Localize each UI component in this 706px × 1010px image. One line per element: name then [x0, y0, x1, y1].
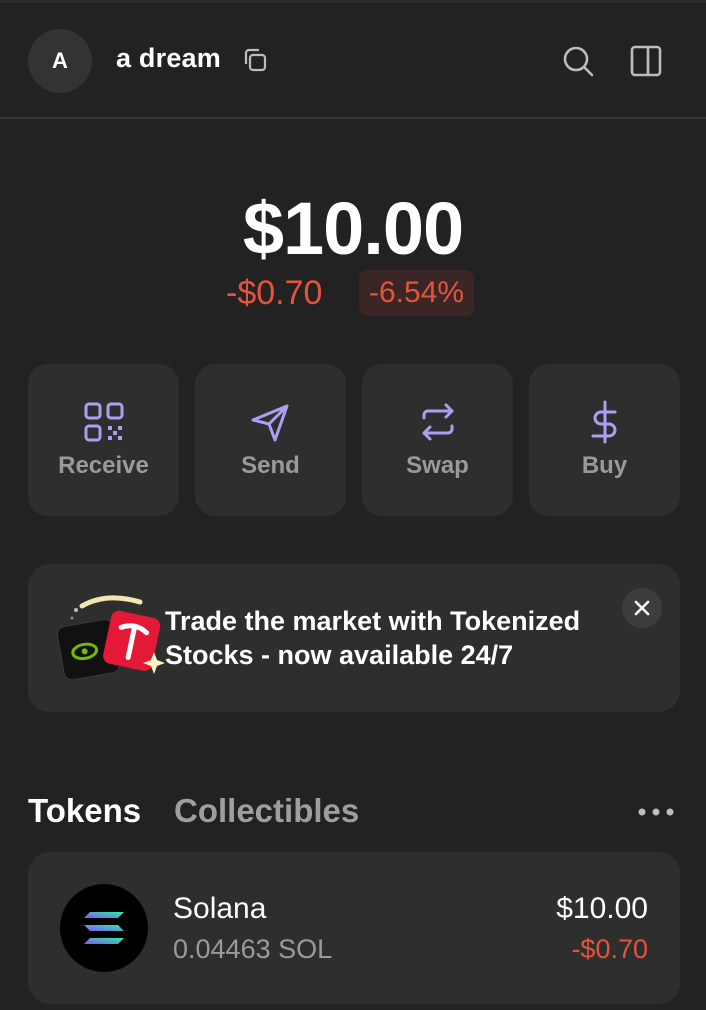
- avatar[interactable]: A: [28, 29, 92, 93]
- buy-button[interactable]: Buy: [529, 364, 680, 516]
- promo-banner[interactable]: Trade the market with Tokenized Stocks -…: [28, 564, 680, 712]
- receive-button[interactable]: Receive: [28, 364, 179, 516]
- buy-label: Buy: [581, 452, 628, 479]
- balance-change-row: -$0.70 -6.54%: [0, 270, 706, 316]
- dollar-icon: [591, 400, 616, 444]
- more-options-icon[interactable]: [634, 800, 678, 824]
- tokenized-stocks-icon: [56, 595, 165, 681]
- token-change: -$0.70: [571, 934, 648, 964]
- send-icon: [251, 404, 288, 442]
- account-name[interactable]: a dream: [116, 43, 221, 74]
- token-name: Solana: [173, 892, 267, 925]
- close-banner-button[interactable]: [622, 588, 662, 628]
- tab-collectibles[interactable]: Collectibles: [174, 792, 359, 830]
- swap-icon: [422, 403, 453, 441]
- token-amount: 0.04463 SOL: [173, 934, 333, 964]
- tab-tokens[interactable]: Tokens: [28, 792, 141, 830]
- send-label: Send: [241, 452, 300, 479]
- search-icon[interactable]: [558, 41, 598, 81]
- solana-logo: [60, 884, 148, 972]
- qr-code-icon: [84, 402, 123, 442]
- total-balance: $10.00: [242, 187, 464, 270]
- copy-icon[interactable]: [240, 45, 270, 75]
- balance-change-percent-badge: -6.54%: [359, 270, 475, 316]
- header: A a dream: [0, 3, 706, 119]
- receive-label: Receive: [58, 452, 149, 479]
- swap-label: Swap: [406, 452, 469, 479]
- token-row-solana[interactable]: Solana 0.04463 SOL $10.00 -$0.70: [28, 852, 680, 1004]
- balance-change-value: -$0.70: [226, 274, 323, 312]
- sidebar-panel-icon[interactable]: [626, 41, 666, 81]
- token-value: $10.00: [556, 892, 648, 925]
- swap-button[interactable]: Swap: [362, 364, 513, 516]
- banner-text: Trade the market with Tokenized Stocks -…: [165, 606, 581, 670]
- close-icon: [634, 600, 650, 616]
- send-button[interactable]: Send: [195, 364, 346, 516]
